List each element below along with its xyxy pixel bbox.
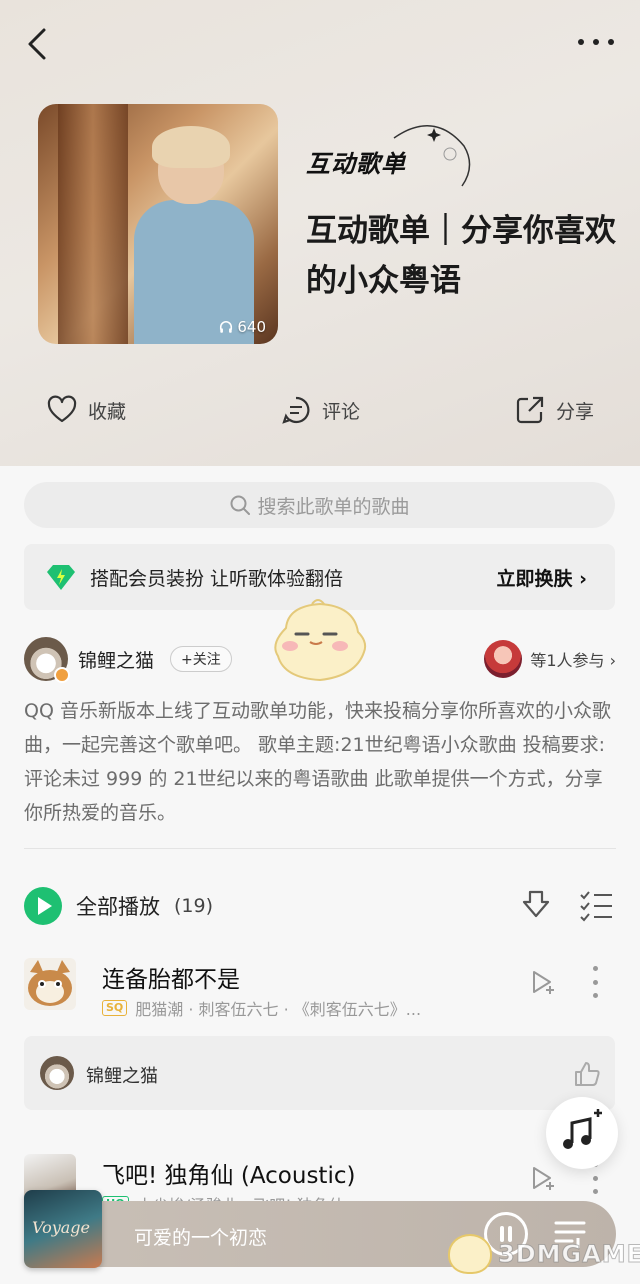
play-count: 640 <box>219 318 266 336</box>
add-to-playlist-button[interactable] <box>526 968 556 998</box>
song-title: 连备胎都不是 <box>102 967 240 993</box>
play-all-button[interactable]: 全部播放 (19) <box>24 886 213 926</box>
creator-name[interactable]: 锦鲤之猫 <box>78 646 154 673</box>
now-playing-cover[interactable]: Voyage <box>24 1190 102 1268</box>
favorite-button[interactable]: 收藏 <box>46 388 126 432</box>
green-diamond-icon <box>47 565 75 590</box>
music-add-icon <box>563 1109 602 1149</box>
headphones-icon <box>220 321 233 333</box>
multi-select-button[interactable] <box>578 888 614 922</box>
contributor-row[interactable]: 锦鲤之猫 <box>24 1036 615 1110</box>
chevron-left-icon <box>28 28 46 60</box>
playlist-cover[interactable]: 640 <box>38 104 278 344</box>
contributor-avatar <box>40 1056 74 1090</box>
site-watermark: 3DMGAME <box>448 1232 640 1276</box>
follow-button[interactable]: +关注 <box>170 646 232 672</box>
creator-avatar[interactable] <box>24 637 70 683</box>
song-thumbnail <box>24 958 76 1010</box>
playlist-title: 互动歌单｜分享你喜欢的小众粤语 <box>306 213 616 299</box>
participants-link[interactable]: 等1人参与 › <box>484 640 616 678</box>
vip-badge-icon <box>54 667 70 683</box>
song-meta: SQ 肥猫潮 · 刺客伍六七 · 《刺客伍六七》... <box>102 996 421 1020</box>
creator-info: 锦鲤之猫 +关注 <box>24 636 232 683</box>
download-icon <box>522 890 550 918</box>
action-bar: 收藏 评论 分享 <box>0 388 640 432</box>
now-playing-title[interactable]: 可爱的一个初恋 <box>134 1223 267 1250</box>
share-icon <box>516 396 544 424</box>
comment-button[interactable]: 评论 <box>280 388 360 432</box>
mascot-chick-icon <box>274 599 367 682</box>
contributor-name: 锦鲤之猫 <box>86 1066 158 1087</box>
search-icon <box>230 495 251 515</box>
submit-song-button[interactable] <box>546 1097 618 1169</box>
search-songs-input[interactable]: 搜索此歌单的歌曲 <box>24 482 615 528</box>
back-button[interactable] <box>22 26 54 62</box>
more-options-button[interactable] <box>574 30 618 54</box>
participant-avatar <box>484 640 523 678</box>
thumbs-up-icon[interactable] <box>573 1060 601 1088</box>
watermark-logo-icon <box>448 1234 492 1274</box>
share-button[interactable]: 分享 <box>514 388 594 432</box>
comment-icon <box>282 396 310 424</box>
song-title: 飞吧! 独角仙 (Acoustic) <box>102 1163 356 1189</box>
play-icon <box>24 887 62 925</box>
checklist-icon <box>580 891 612 922</box>
apply-skin-link[interactable]: 立即换肤 › <box>497 564 587 591</box>
sq-badge: SQ <box>102 1000 128 1016</box>
add-music-icon <box>533 971 554 994</box>
divider <box>24 848 616 849</box>
song-more-button[interactable] <box>588 966 602 998</box>
download-button[interactable] <box>520 888 552 922</box>
heart-icon <box>47 395 77 423</box>
interactive-playlist-badge: 互动歌单 <box>306 150 406 178</box>
playlist-description: QQ 音乐新版本上线了互动歌单功能，快来投稿分享你所喜欢的小众歌曲，一起完善这个… <box>24 700 611 824</box>
song-row[interactable]: 连备胎都不是 SQ 肥猫潮 · 刺客伍六七 · 《刺客伍六七》... <box>0 958 640 1028</box>
